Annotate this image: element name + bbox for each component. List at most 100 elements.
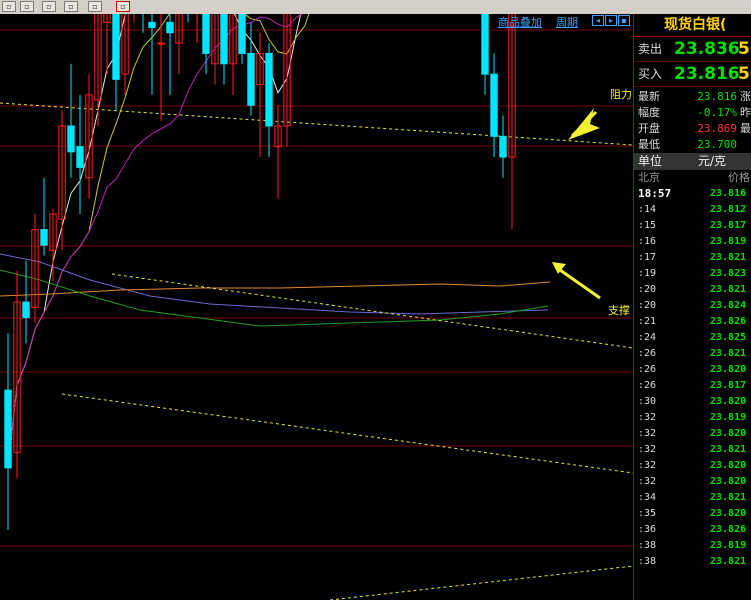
toolbar-button-3[interactable]: ▫ xyxy=(42,1,56,12)
tick-price: 23.820 xyxy=(710,364,747,375)
tick-time: :16 xyxy=(638,236,657,247)
tick-row: :32 23.821 xyxy=(634,442,751,458)
candle-body xyxy=(247,52,255,106)
tick-price: 23.819 xyxy=(710,540,747,551)
candle-body xyxy=(4,389,12,469)
tick-time: :32 xyxy=(638,476,657,487)
tick-time: :24 xyxy=(638,332,657,343)
tick-column-header: 北京 价格 xyxy=(634,170,751,186)
tick-time: :15 xyxy=(638,220,657,231)
tick-time: :14 xyxy=(638,204,657,215)
tick-price: 23.821 xyxy=(710,492,747,503)
stat-value: -0.17% xyxy=(697,106,737,119)
tick-row: :36 23.826 xyxy=(634,522,751,538)
candle-body xyxy=(40,229,48,246)
tick-row: :26 23.817 xyxy=(634,378,751,394)
tick-time: :35 xyxy=(638,508,657,519)
chart-header: 商品叠加 周期 ◂ ▸ ▪ xyxy=(0,14,633,30)
nav-left-icon[interactable]: ◂ xyxy=(592,15,604,26)
lower-channel-trendline xyxy=(61,393,633,474)
tick-time: :32 xyxy=(638,444,657,455)
tick-time: :26 xyxy=(638,364,657,375)
toolbar-button-6[interactable]: ▫ xyxy=(116,1,130,12)
candle-body xyxy=(490,73,498,137)
stat-label: 幅度 xyxy=(638,106,660,119)
tick-price: 23.812 xyxy=(710,204,747,215)
tick-price: 23.820 xyxy=(710,508,747,519)
tick-price: 23.821 xyxy=(710,556,747,567)
chart-svg: 25.914阻力支撑 xyxy=(0,14,633,600)
tick-time: :32 xyxy=(638,460,657,471)
tick-row: :30 23.820 xyxy=(634,394,751,410)
toolbar-button-4[interactable]: ▫ xyxy=(64,1,78,12)
stat-label-2: 涨 xyxy=(740,90,751,103)
candle-body xyxy=(265,52,273,127)
tick-time: :21 xyxy=(638,316,657,327)
toolbar-button-2[interactable]: ▫ xyxy=(20,1,34,12)
tick-time: 18:57 xyxy=(638,187,672,200)
tick-row: :32 23.819 xyxy=(634,410,751,426)
tick-price: 23.816 xyxy=(710,188,747,199)
sell-label: 卖出 xyxy=(638,42,663,56)
tick-row: :21 23.826 xyxy=(634,314,751,330)
stat-value: 23.816 xyxy=(697,90,737,103)
tick-time: :34 xyxy=(638,492,657,503)
candle-body xyxy=(157,42,165,45)
col-price: 价格 xyxy=(728,171,750,184)
tick-row: :32 23.820 xyxy=(634,458,751,474)
tick-price: 23.820 xyxy=(710,460,747,471)
tick-row: :20 23.821 xyxy=(634,282,751,298)
tick-time: :38 xyxy=(638,540,657,551)
tick-price: 23.821 xyxy=(710,348,747,359)
candle-body xyxy=(22,301,30,319)
tick-row: :35 23.820 xyxy=(634,506,751,522)
col-time: 北京 xyxy=(638,171,660,184)
stat-row: 最低 23.700 xyxy=(634,137,751,153)
buy-label: 买入 xyxy=(638,67,663,81)
tick-time: :30 xyxy=(638,396,657,407)
ma-line-blue xyxy=(0,253,549,315)
candlestick-chart[interactable]: 25.914阻力支撑 xyxy=(0,14,633,600)
tick-row: :38 23.821 xyxy=(634,554,751,570)
sell-value: 23.836 xyxy=(674,39,740,59)
overlay-link[interactable]: 商品叠加 xyxy=(498,14,542,30)
tick-row: :14 23.812 xyxy=(634,202,751,218)
unit-row: 单位 元/克 xyxy=(634,153,751,170)
tick-price: 23.824 xyxy=(710,300,747,311)
buy-value: 23.816 xyxy=(674,64,740,84)
candle-body xyxy=(499,135,507,158)
stat-row: 幅度 -0.17% 昨 xyxy=(634,105,751,121)
tick-row: :26 23.821 xyxy=(634,346,751,362)
nav-right-icon[interactable]: ▸ xyxy=(605,15,617,26)
tick-row: :34 23.821 xyxy=(634,490,751,506)
quote-panel: 现货白银( 卖出 23.836 50 买入 23.816 50 最新 23.81… xyxy=(633,14,751,600)
stats-block: 最新 23.816 涨 幅度 -0.17% 昨 开盘 23.869 最 最低 2… xyxy=(634,87,751,153)
tick-row: :32 23.820 xyxy=(634,426,751,442)
tick-list[interactable]: 18:57 23.816:14 23.812:15 23.817:16 23.819:1… xyxy=(634,186,751,570)
tick-time: :26 xyxy=(638,348,657,359)
tick-row: :38 23.819 xyxy=(634,538,751,554)
tick-time: :26 xyxy=(638,380,657,391)
toolbar-button-1[interactable]: ▫ xyxy=(2,1,16,12)
toolbar: ▫ ▫ ▫ ▫ ▫ ▫ xyxy=(0,0,751,15)
tick-row: :20 23.824 xyxy=(634,298,751,314)
tick-row: :32 23.820 xyxy=(634,474,751,490)
tick-price: 23.821 xyxy=(710,444,747,455)
nav-toggle-icon[interactable]: ▪ xyxy=(618,15,630,26)
period-link[interactable]: 周期 xyxy=(556,14,578,30)
stat-label: 最低 xyxy=(638,138,660,151)
tick-price: 23.826 xyxy=(710,524,747,535)
tick-price: 23.825 xyxy=(710,332,747,343)
tick-row: :16 23.819 xyxy=(634,234,751,250)
stat-row: 最新 23.816 涨 xyxy=(634,89,751,105)
tick-row: :26 23.820 xyxy=(634,362,751,378)
tick-row: :19 23.823 xyxy=(634,266,751,282)
tick-time: :17 xyxy=(638,252,657,263)
tick-price: 23.819 xyxy=(710,412,747,423)
stat-label: 最新 xyxy=(638,90,660,103)
buy-volume: 50 xyxy=(738,64,751,84)
toolbar-button-5[interactable]: ▫ xyxy=(88,1,102,12)
stat-row: 开盘 23.869 最 xyxy=(634,121,751,137)
tick-price: 23.817 xyxy=(710,220,747,231)
tick-price: 23.821 xyxy=(710,284,747,295)
